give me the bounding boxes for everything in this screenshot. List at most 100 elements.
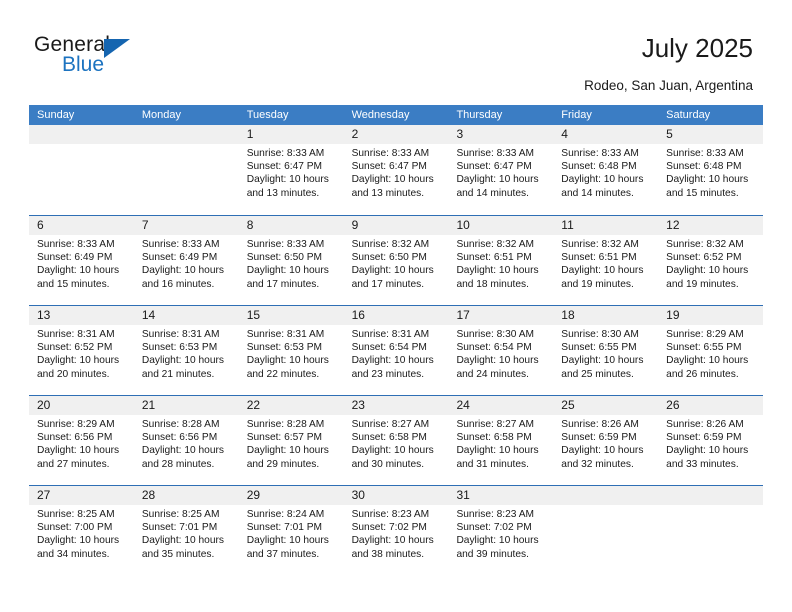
day-number: 16 [351, 308, 365, 322]
daylight-text-line1: Daylight: 10 hours [246, 265, 329, 277]
day-number: 8 [246, 218, 254, 232]
calendar-day-cell[interactable]: 23 Sunrise: 8:27 AM Sunset: 6:58 PM Dayligh… [343, 396, 449, 485]
sunrise-text: Sunrise: 8:33 AM [141, 239, 220, 250]
sunset-text: Sunset: 6:47 PM [351, 161, 427, 173]
daylight-text-line2: and 17 minutes. [246, 278, 320, 290]
calendar-day-cell[interactable]: 18 Sunrise: 8:30 AM Sunset: 6:55 PM Dayligh… [553, 306, 659, 395]
calendar-day-cell[interactable]: 24 Sunrise: 8:27 AM Sunset: 6:58 PM Dayligh… [448, 396, 554, 485]
day-number: 28 [141, 488, 156, 502]
calendar-day-cell[interactable]: 29 Sunrise: 8:24 AM Sunset: 7:01 PM Dayligh… [238, 486, 344, 575]
day-number-band: 13 [29, 306, 134, 325]
calendar-day-cell[interactable]: 22 Sunrise: 8:28 AM Sunset: 6:57 PM Dayligh… [238, 396, 344, 485]
weekday-friday: Friday [561, 109, 592, 121]
calendar-day-cell[interactable]: 8 Sunrise: 8:33 AM Sunset: 6:50 PM Daylight… [238, 216, 344, 305]
daylight-text-line1: Daylight: 10 hours [37, 265, 120, 277]
calendar-day-cell[interactable]: 21 Sunrise: 8:28 AM Sunset: 6:56 PM Dayligh… [133, 396, 239, 485]
daylight-text-line2: and 19 minutes. [561, 278, 634, 290]
daylight-text-line1: Daylight: 10 hours [456, 355, 539, 367]
daylight-text-line2: and 39 minutes. [456, 548, 529, 560]
calendar-day-cell[interactable]: 3 Sunrise: 8:33 AM Sunset: 6:47 PM Daylight… [448, 125, 554, 215]
daylight-text-line2: and 28 minutes. [141, 458, 215, 470]
sunset-text: Sunset: 6:50 PM [351, 252, 427, 264]
sunset-text: Sunset: 6:52 PM [37, 342, 113, 354]
day-sun-info: Sunrise: 8:33 AM Sunset: 6:49 PM Daylight:… [134, 235, 239, 291]
generalblue-logo[interactable]: General Blue [34, 33, 164, 83]
calendar-day-cell[interactable]: 4 Sunrise: 8:33 AM Sunset: 6:48 PM Daylight… [553, 125, 659, 215]
daylight-text-line1: Daylight: 10 hours [456, 445, 539, 457]
calendar-day-cell[interactable]: 2 Sunrise: 8:33 AM Sunset: 6:47 PM Daylight… [343, 125, 449, 215]
calendar-day-cell[interactable]: 14 Sunrise: 8:31 AM Sunset: 6:53 PM Dayligh… [133, 306, 239, 395]
day-sun-info: Sunrise: 8:31 AM Sunset: 6:52 PM Daylight:… [29, 325, 134, 381]
calendar-day-cell[interactable]: 17 Sunrise: 8:30 AM Sunset: 6:54 PM Dayligh… [448, 306, 554, 395]
day-number-band [29, 125, 134, 144]
sunset-text: Sunset: 6:48 PM [666, 161, 742, 173]
sunset-text: Sunset: 6:57 PM [246, 432, 323, 444]
sunrise-text: Sunrise: 8:31 AM [246, 329, 325, 340]
daylight-text-line1: Daylight: 10 hours [141, 445, 224, 457]
calendar-day-cell[interactable]: 25 Sunrise: 8:26 AM Sunset: 6:59 PM Dayligh… [553, 396, 659, 485]
day-sun-info: Sunrise: 8:27 AM Sunset: 6:58 PM Daylight:… [448, 415, 553, 471]
calendar-day-cell[interactable]: 19 Sunrise: 8:29 AM Sunset: 6:55 PM Dayligh… [658, 306, 764, 395]
day-sun-info: Sunrise: 8:29 AM Sunset: 6:56 PM Daylight:… [29, 415, 134, 471]
day-sun-info: Sunrise: 8:25 AM Sunset: 7:00 PM Daylight:… [29, 505, 134, 561]
sunrise-text: Sunrise: 8:30 AM [456, 329, 535, 340]
sunset-text: Sunset: 6:58 PM [456, 432, 532, 444]
day-number: 20 [37, 398, 51, 412]
daylight-text-line1: Daylight: 10 hours [141, 265, 224, 277]
calendar-day-cell[interactable]: 12 Sunrise: 8:32 AM Sunset: 6:52 PM Dayligh… [658, 216, 764, 305]
daylight-text-line2: and 18 minutes. [456, 278, 529, 290]
daylight-text-line1: Daylight: 10 hours [666, 265, 749, 277]
day-number: 1 [246, 127, 254, 141]
calendar-day-cell[interactable]: 15 Sunrise: 8:31 AM Sunset: 6:53 PM Dayligh… [238, 306, 344, 395]
sunset-text: Sunset: 6:55 PM [666, 342, 742, 354]
sunrise-text: Sunrise: 8:27 AM [351, 419, 430, 430]
calendar-day-cell[interactable]: 13 Sunrise: 8:31 AM Sunset: 6:52 PM Dayligh… [29, 306, 134, 395]
calendar-day-cell-empty [553, 486, 659, 575]
sunrise-text: Sunrise: 8:33 AM [246, 148, 325, 159]
calendar-day-cell[interactable]: 11 Sunrise: 8:32 AM Sunset: 6:51 PM Dayligh… [553, 216, 659, 305]
daylight-text-line2: and 24 minutes. [456, 368, 529, 380]
sunset-text: Sunset: 6:59 PM [666, 432, 742, 444]
sunset-text: Sunset: 7:02 PM [456, 522, 532, 534]
day-sun-info: Sunrise: 8:31 AM Sunset: 6:53 PM Daylight:… [239, 325, 344, 381]
calendar-day-cell[interactable]: 27 Sunrise: 8:25 AM Sunset: 7:00 PM Dayligh… [29, 486, 134, 575]
weekday-saturday: Saturday [666, 109, 711, 121]
calendar-day-cell[interactable]: 10 Sunrise: 8:32 AM Sunset: 6:51 PM Dayligh… [448, 216, 554, 305]
calendar-day-cell[interactable]: 1 Sunrise: 8:33 AM Sunset: 6:47 PM Daylight… [238, 125, 344, 215]
day-number-band: 30 [343, 486, 449, 505]
calendar-day-cell[interactable]: 6 Sunrise: 8:33 AM Sunset: 6:49 PM Daylight… [29, 216, 134, 305]
daylight-text-line2: and 22 minutes. [246, 368, 320, 380]
calendar-day-cell[interactable]: 16 Sunrise: 8:31 AM Sunset: 6:54 PM Dayligh… [343, 306, 449, 395]
day-number-band: 14 [133, 306, 239, 325]
day-sun-info: Sunrise: 8:23 AM Sunset: 7:02 PM Daylight:… [344, 505, 449, 561]
calendar-day-cell[interactable]: 5 Sunrise: 8:33 AM Sunset: 6:48 PM Daylight… [658, 125, 764, 215]
calendar-day-cell[interactable]: 9 Sunrise: 8:32 AM Sunset: 6:50 PM Daylight… [343, 216, 449, 305]
daylight-text-line1: Daylight: 10 hours [666, 445, 749, 457]
daylight-text-line2: and 38 minutes. [351, 548, 425, 560]
day-number-band: 20 [29, 396, 134, 415]
location-subtitle: Rodeo, San Juan, Argentina [584, 78, 753, 93]
calendar-day-cell[interactable]: 20 Sunrise: 8:29 AM Sunset: 6:56 PM Dayligh… [29, 396, 134, 485]
day-number-band: 11 [553, 216, 659, 235]
day-number: 24 [456, 398, 470, 412]
sunset-text: Sunset: 7:01 PM [246, 522, 323, 534]
sunrise-text: Sunrise: 8:33 AM [561, 148, 639, 159]
day-number-band: 12 [658, 216, 764, 235]
calendar-day-cell[interactable]: 30 Sunrise: 8:23 AM Sunset: 7:02 PM Dayligh… [343, 486, 449, 575]
calendar-day-cell[interactable]: 28 Sunrise: 8:25 AM Sunset: 7:01 PM Dayligh… [133, 486, 239, 575]
daylight-text-line2: and 19 minutes. [666, 278, 739, 290]
sunset-text: Sunset: 6:52 PM [666, 252, 742, 264]
calendar-day-cell[interactable]: 26 Sunrise: 8:26 AM Sunset: 6:59 PM Dayligh… [658, 396, 764, 485]
sunset-text: Sunset: 7:01 PM [141, 522, 218, 534]
day-sun-info: Sunrise: 8:28 AM Sunset: 6:56 PM Daylight:… [134, 415, 239, 471]
calendar-day-cell[interactable]: 7 Sunrise: 8:33 AM Sunset: 6:49 PM Daylight… [133, 216, 239, 305]
daylight-text-line2: and 35 minutes. [141, 548, 215, 560]
daylight-text-line1: Daylight: 10 hours [351, 355, 434, 367]
day-sun-info: Sunrise: 8:33 AM Sunset: 6:47 PM Daylight:… [239, 144, 344, 200]
day-number: 21 [141, 398, 156, 412]
sunset-text: Sunset: 7:02 PM [351, 522, 427, 534]
calendar-day-cell[interactable]: 31 Sunrise: 8:23 AM Sunset: 7:02 PM Dayligh… [448, 486, 554, 575]
sunset-text: Sunset: 6:58 PM [351, 432, 427, 444]
sunrise-text: Sunrise: 8:27 AM [456, 419, 535, 430]
sunrise-text: Sunrise: 8:26 AM [561, 419, 639, 430]
